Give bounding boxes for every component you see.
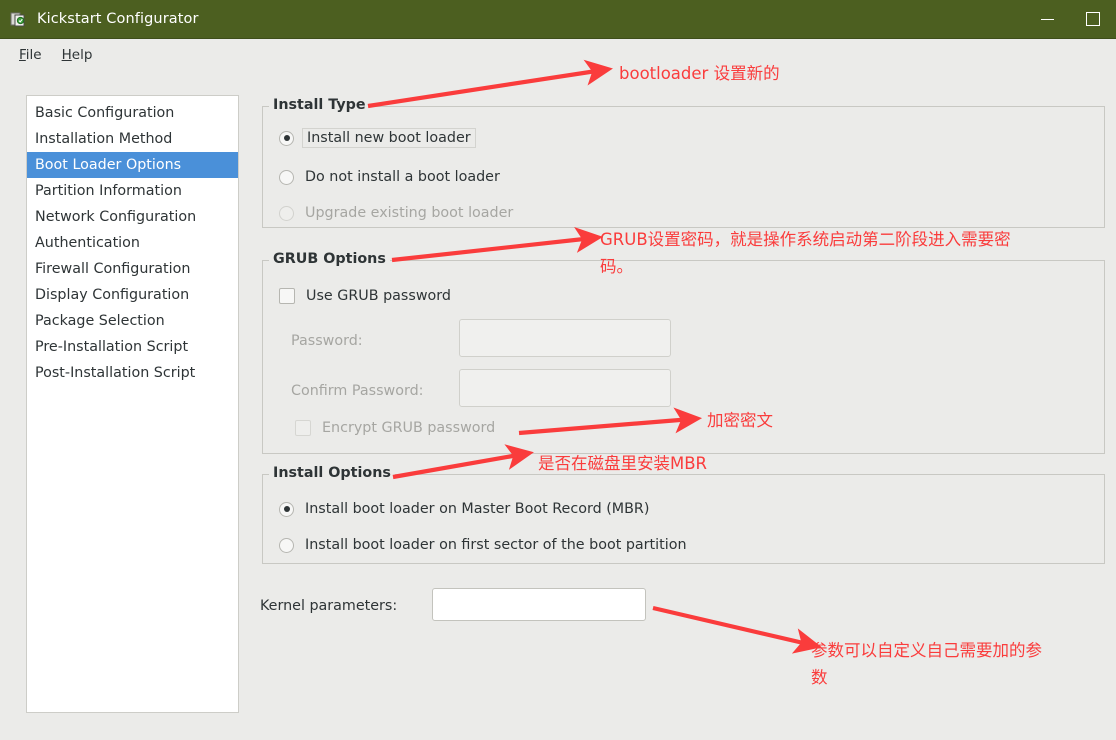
menubar: File Help [0,39,1116,71]
encrypt-grub-password-row: Encrypt GRUB password [295,420,495,436]
menu-file[interactable]: File [9,44,52,66]
annotation-note-mbr: 是否在磁盘里安装MBR [538,454,708,473]
sidebar-item-installation-method[interactable]: Installation Method [27,126,238,152]
window-controls [1024,0,1116,38]
menu-file-mnemonic: F [19,46,26,63]
install-options-group: Install Options Install boot loader on M… [262,465,1105,564]
sidebar-item-network-configuration[interactable]: Network Configuration [27,204,238,230]
install-option-first-sector[interactable]: Install boot loader on first sector of t… [279,537,687,553]
menu-help-mnemonic: H [61,46,72,63]
sidebar-item-authentication[interactable]: Authentication [27,230,238,256]
use-grub-password-row[interactable]: Use GRUB password [279,288,451,304]
checkbox-use-grub-password-label: Use GRUB password [306,288,451,304]
annotation-note-encrypt: 加密密文 [707,411,773,430]
password-input[interactable] [459,319,671,357]
grub-options-legend: GRUB Options [269,251,390,267]
sidebar-list[interactable]: Basic Configuration Installation Method … [26,95,239,713]
confirm-password-label: Confirm Password: [291,383,424,399]
menu-file-rest: ile [25,46,42,63]
window-titlebar: Kickstart Configurator [0,0,1116,39]
sidebar-item-boot-loader-options[interactable]: Boot Loader Options [27,152,238,178]
annotation-note-kernel-params: 参数可以自定义自己需要加的参 数 [811,641,1042,687]
radio-do-not-install-boot-loader-icon[interactable] [279,169,294,185]
radio-upgrade-existing-boot-loader-label: Upgrade existing boot loader [305,205,514,221]
radio-install-on-first-sector-label: Install boot loader on first sector of t… [305,537,687,553]
menu-help[interactable]: Help [52,44,103,66]
install-type-group: Install Type Install new boot loader Do … [262,97,1105,228]
install-option-mbr[interactable]: Install boot loader on Master Boot Recor… [279,501,649,517]
radio-install-on-mbr-icon[interactable] [279,501,294,517]
kernel-parameters-input[interactable] [432,588,646,621]
radio-do-not-install-boot-loader-label: Do not install a boot loader [305,169,500,185]
checkbox-use-grub-password-icon[interactable] [279,288,295,304]
install-type-option-new[interactable]: Install new boot loader [279,128,476,148]
sidebar-item-pre-installation-script[interactable]: Pre-Installation Script [27,334,238,360]
install-type-option-upgrade: Upgrade existing boot loader [279,205,513,221]
radio-install-on-first-sector-icon[interactable] [279,537,294,553]
annotation-note-bootloader: bootloader 设置新的 [619,64,780,83]
grub-options-group: GRUB Options Use GRUB password Password:… [262,251,1105,454]
menu-help-rest: elp [71,46,93,63]
install-type-option-none[interactable]: Do not install a boot loader [279,169,500,185]
sidebar-item-display-configuration[interactable]: Display Configuration [27,282,238,308]
checkbox-encrypt-grub-password-label: Encrypt GRUB password [322,420,496,436]
sidebar-item-partition-information[interactable]: Partition Information [27,178,238,204]
checkbox-encrypt-grub-password-icon [295,420,311,436]
sidebar-item-post-installation-script[interactable]: Post-Installation Script [27,360,238,386]
maximize-button[interactable] [1070,0,1116,38]
sidebar-item-package-selection[interactable]: Package Selection [27,308,238,334]
radio-upgrade-existing-boot-loader-icon [279,205,294,221]
confirm-password-input[interactable] [459,369,671,407]
annotation-note-grub-password: GRUB设置密码，就是操作系统启动第二阶段进入需要密 码。 [600,230,1011,276]
maximize-icon [1086,12,1100,26]
install-options-legend: Install Options [269,465,395,481]
minimize-button[interactable] [1024,0,1070,38]
sidebar-item-firewall-configuration[interactable]: Firewall Configuration [27,256,238,282]
password-label: Password: [291,333,363,349]
kernel-parameters-label: Kernel parameters: [260,598,398,614]
radio-install-new-boot-loader-icon[interactable] [279,130,294,146]
app-icon [10,10,28,28]
minimize-icon [1040,18,1054,20]
window-title: Kickstart Configurator [37,11,199,27]
radio-install-on-mbr-label: Install boot loader on Master Boot Recor… [305,501,650,517]
radio-install-new-boot-loader-label: Install new boot loader [302,128,476,148]
install-type-legend: Install Type [269,97,370,113]
sidebar-item-basic-configuration[interactable]: Basic Configuration [27,100,238,126]
